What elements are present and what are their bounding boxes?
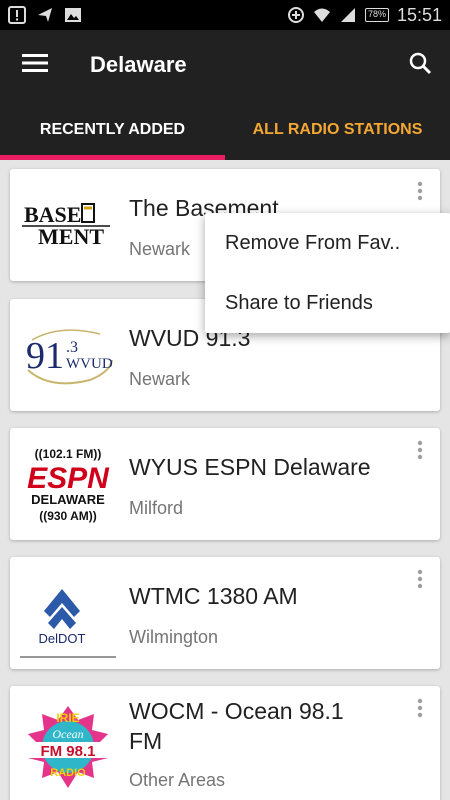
menu-item-share-to-friends[interactable]: Share to Friends bbox=[205, 273, 450, 333]
more-options-button[interactable] bbox=[406, 179, 434, 207]
logo-text: DELAWARE bbox=[31, 492, 105, 507]
tab-all-radio-stations[interactable]: ALL RADIO STATIONS bbox=[225, 100, 450, 160]
search-icon bbox=[408, 51, 432, 80]
clock: 15:51 bbox=[396, 4, 442, 25]
logo-text: 91 bbox=[26, 335, 64, 377]
page-title: Delaware bbox=[90, 52, 187, 77]
more-options-button[interactable] bbox=[406, 567, 434, 595]
data-saver-icon bbox=[287, 6, 305, 24]
more-vert-icon bbox=[417, 440, 423, 465]
menu-button[interactable] bbox=[0, 30, 70, 100]
station-name: WTMC 1380 AM bbox=[129, 583, 298, 609]
station-location: Newark bbox=[129, 239, 191, 259]
logo-text: ESPN bbox=[27, 462, 110, 495]
menu-item-remove-from-fav[interactable]: Remove From Fav.. bbox=[205, 213, 450, 273]
tab-bar: RECENTLY ADDED ALL RADIO STATIONS bbox=[0, 100, 450, 160]
overflow-menu: Remove From Fav.. Share to Friends bbox=[205, 213, 450, 333]
more-vert-icon bbox=[417, 569, 423, 594]
logo-text: MENT bbox=[38, 224, 104, 249]
more-options-button[interactable] bbox=[406, 438, 434, 466]
station-location: Wilmington bbox=[129, 627, 219, 647]
logo-text: DelDOT bbox=[39, 631, 86, 646]
logo-text: IRIE bbox=[56, 711, 79, 725]
basement-logo: BASE MENT bbox=[18, 195, 118, 255]
no-signal-icon bbox=[36, 6, 54, 24]
station-card[interactable]: DelDOT WTMC 1380 AM Wilmington bbox=[10, 557, 440, 669]
status-bar: 78% 15:51 bbox=[0, 0, 450, 30]
station-name: WOCM - Ocean 98.1 FM bbox=[129, 698, 344, 754]
search-button[interactable] bbox=[390, 30, 450, 100]
station-location: Milford bbox=[129, 498, 184, 518]
wvud-logo: 91 .3 WVUD bbox=[18, 319, 118, 391]
logo-text: ((102.1 FM)) bbox=[35, 447, 102, 461]
irie-ocean-logo: IRIE Ocean FM 98.1 RADIO bbox=[18, 700, 118, 794]
deldot-logo: DelDOT bbox=[18, 571, 118, 661]
hamburger-icon bbox=[22, 53, 48, 78]
more-vert-icon bbox=[417, 698, 423, 723]
more-vert-icon bbox=[417, 181, 423, 206]
station-card[interactable]: IRIE Ocean FM 98.1 RADIO WOCM - Ocean 98… bbox=[10, 686, 440, 800]
logo-text: .3 bbox=[66, 339, 78, 356]
station-name: WYUS ESPN Delaware bbox=[129, 454, 371, 480]
tab-label: ALL RADIO STATIONS bbox=[252, 121, 423, 138]
logo-text: ((930 AM)) bbox=[39, 509, 97, 523]
tab-label: RECENTLY ADDED bbox=[39, 121, 186, 138]
alert-icon bbox=[8, 6, 26, 24]
station-location: Other Areas bbox=[129, 770, 226, 790]
station-location: Newark bbox=[129, 369, 191, 389]
signal-icon bbox=[339, 6, 357, 24]
logo-text: RADIO bbox=[50, 767, 86, 779]
station-card[interactable]: ((102.1 FM)) ESPN DELAWARE ((930 AM)) WY… bbox=[10, 428, 440, 540]
wifi-icon bbox=[313, 6, 331, 24]
tab-recently-added[interactable]: RECENTLY ADDED bbox=[0, 100, 225, 160]
espn-delaware-logo: ((102.1 FM)) ESPN DELAWARE ((930 AM)) bbox=[18, 444, 118, 524]
logo-text: WVUD bbox=[66, 356, 113, 372]
image-icon bbox=[64, 6, 82, 24]
logo-text: Ocean bbox=[52, 727, 83, 741]
logo-text: FM 98.1 bbox=[40, 743, 95, 760]
app-bar: Delaware bbox=[0, 30, 450, 100]
battery-indicator: 78% bbox=[364, 8, 389, 22]
more-options-button[interactable] bbox=[406, 696, 434, 724]
